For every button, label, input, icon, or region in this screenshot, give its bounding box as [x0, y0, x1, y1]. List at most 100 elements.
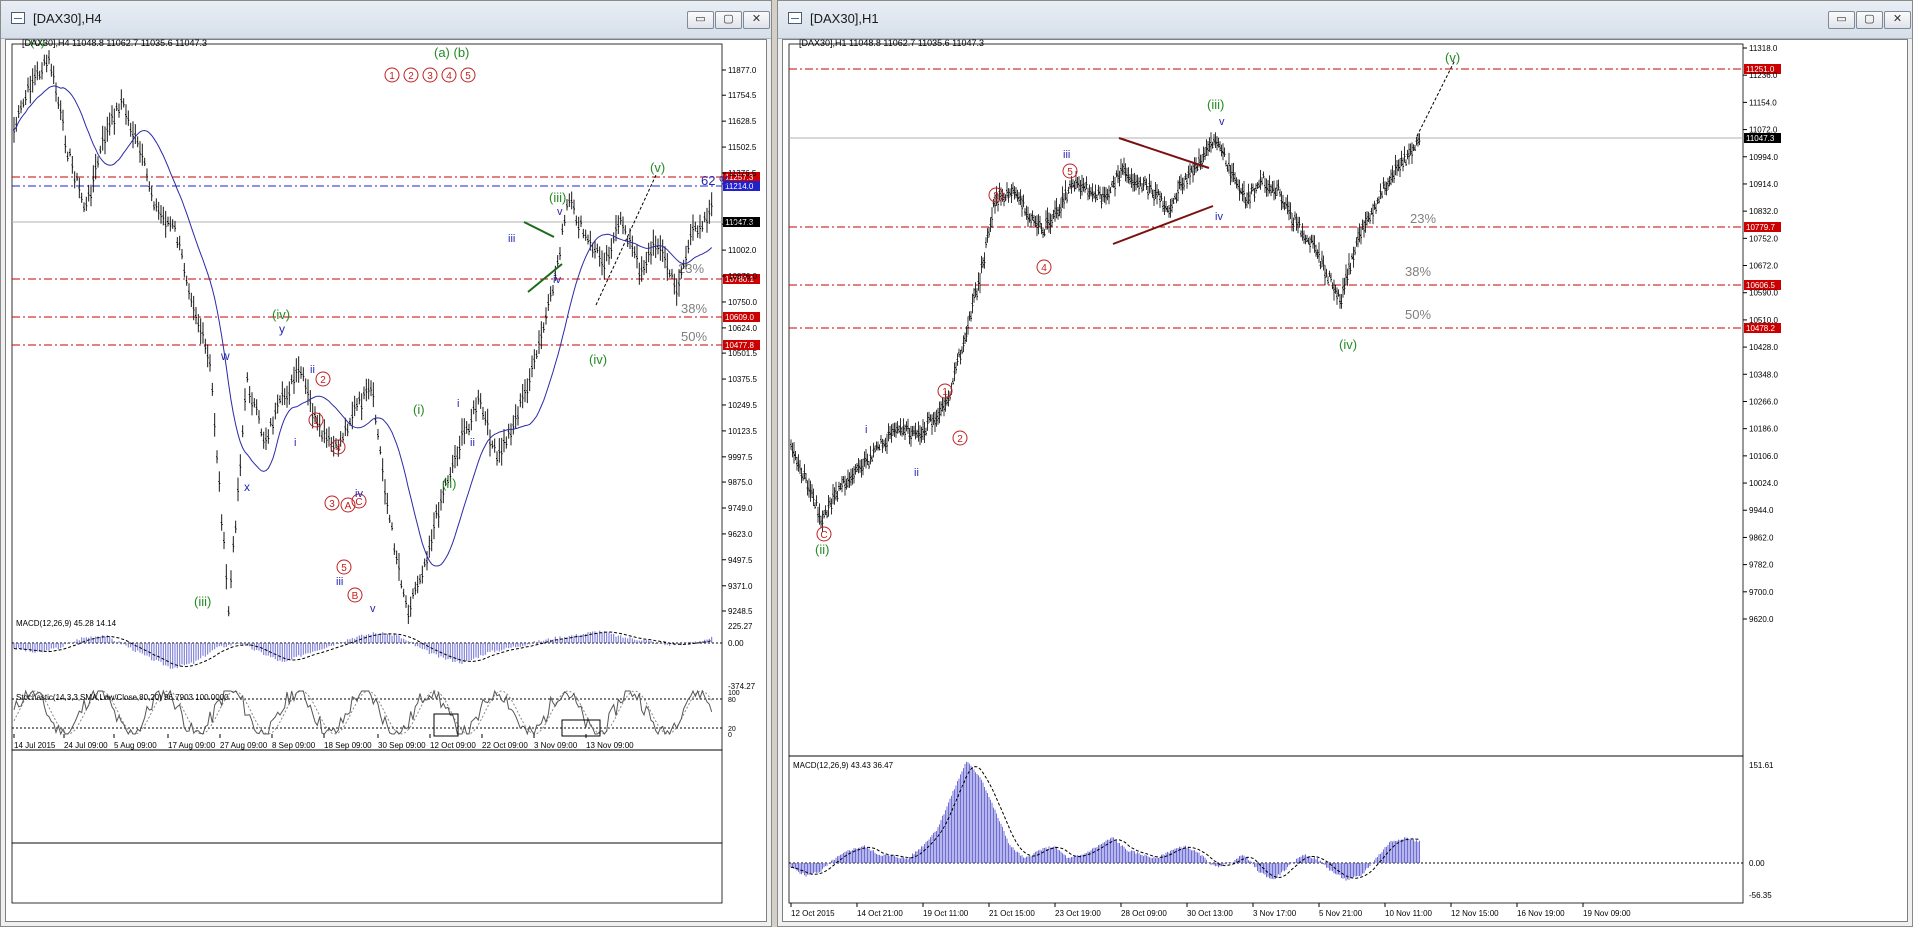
stoch-axis-label: 80: [728, 697, 736, 704]
svg-text:5: 5: [341, 563, 347, 574]
wave-label: iii: [336, 576, 343, 588]
date-axis-label: 14 Jul 2015: [14, 741, 56, 750]
left-titlebar[interactable]: [DAX30],H4 ▭ ▢ ✕: [1, 1, 771, 39]
wave-label: i: [457, 398, 459, 410]
wave-label-circled: C: [816, 526, 832, 542]
minimize-button[interactable]: ▭: [687, 11, 714, 29]
legend-circled: 1: [384, 67, 400, 83]
level-value: 10609.0: [725, 313, 754, 322]
price-axis-label: 10876.0: [728, 272, 757, 281]
close-button[interactable]: ✕: [743, 11, 770, 29]
price-axis-label: 10624.0: [728, 324, 757, 333]
fib-50-label: 50%: [1405, 307, 1431, 322]
price-axis-label: 9997.5: [728, 453, 753, 462]
price-axis-label: 9749.0: [728, 504, 753, 513]
date-axis-label: 21 Oct 15:00: [989, 909, 1035, 918]
wave-label-circled: 4: [1036, 259, 1052, 275]
svg-text:1: 1: [942, 387, 948, 398]
svg-text:2: 2: [957, 434, 963, 445]
svg-text:1: 1: [389, 71, 395, 82]
price-axis-label: 10672.0: [1749, 262, 1778, 271]
legend-circled: 3: [422, 67, 438, 83]
date-axis-label: 23 Oct 19:00: [1055, 909, 1101, 918]
date-axis-label: 30 Sep 09:00: [378, 741, 426, 750]
price-axis-label: 9782.0: [1749, 561, 1774, 570]
price-pane: [11, 43, 723, 751]
price-axis-label: 10501.5: [728, 349, 757, 358]
wave-label-circled: 1: [937, 383, 953, 399]
price-axis-label: 9875.0: [728, 478, 753, 487]
price-axis-label: 11318.0: [1749, 44, 1778, 53]
wave-label-circled: 1: [308, 412, 324, 428]
macd-histogram: [13, 630, 713, 669]
close-button[interactable]: ✕: [1884, 11, 1911, 29]
wave-label: x: [244, 480, 250, 494]
svg-text:5: 5: [1067, 167, 1073, 178]
svg-text:4: 4: [1041, 263, 1047, 274]
macd-header: MACD(12,26,9) 45.28 14.14: [16, 619, 117, 628]
level-value: 10478.2: [1746, 324, 1775, 333]
wave-label: ii: [914, 467, 919, 479]
date-axis-label: 5 Nov 21:00: [1319, 909, 1363, 918]
projection-line: [1416, 59, 1456, 137]
price-axis-label: 10375.5: [728, 375, 757, 384]
triangle-lines: [1112, 137, 1214, 245]
date-axis-label: 17 Aug 09:00: [168, 741, 216, 750]
date-axis-label: 8 Sep 09:00: [272, 741, 316, 750]
macd-header: MACD(12,26,9) 43.43 36.47: [793, 761, 894, 770]
price-axis-label: 10186.0: [1749, 425, 1778, 434]
chart-window-icon: [788, 12, 802, 24]
wave-label: w: [220, 349, 230, 363]
date-axis-label: 18 Sep 09:00: [324, 741, 372, 750]
right-header: [DAX30],H1 11048.8 11062.7 11035.6 11047…: [799, 38, 984, 48]
price-axis-label: 11128.0: [728, 220, 756, 229]
right-titlebar[interactable]: [DAX30],H1 ▭ ▢ ✕: [778, 1, 1912, 39]
stoch-pane: [11, 842, 723, 904]
left-chart-area[interactable]: 11257.3 11214.0 10780.1 10609.0 10477.8 11047…: [5, 38, 767, 922]
wave-label: v: [1219, 116, 1225, 128]
wave-label: (iv): [1339, 337, 1357, 352]
date-axis-label: 12 Oct 2015: [791, 909, 835, 918]
wave-label: (ii): [442, 476, 456, 491]
date-axis-label: 12 Oct 09:00: [430, 741, 476, 750]
right-window-title: [DAX30],H1: [810, 11, 879, 26]
date-axis-label: 3 Nov 17:00: [1253, 909, 1297, 918]
maximize-button[interactable]: ▢: [1856, 11, 1883, 29]
svg-text:2: 2: [320, 375, 326, 386]
price-axis-label: 11502.5: [728, 143, 757, 152]
svg-text:3: 3: [427, 71, 433, 82]
price-axis-label: 10994.0: [1749, 153, 1778, 162]
wave-label: (iii): [194, 594, 211, 609]
wave-label: y: [279, 322, 285, 336]
svg-text:2: 2: [408, 71, 414, 82]
chart-window-icon: [11, 12, 25, 24]
price-axis-label: 10832.0: [1749, 207, 1778, 216]
wave-label: ii: [470, 437, 475, 449]
price-axis-label: 11754.5: [728, 91, 757, 100]
wave-label: (iii): [549, 190, 566, 205]
stoch-axis-label: 0: [728, 732, 732, 739]
wave-label-circled: 2: [952, 430, 968, 446]
stoch-axis-label: 100: [728, 690, 740, 697]
price-axis-label: 9248.5: [728, 607, 753, 616]
right-chart-area[interactable]: 11251.0 10779.7 10606.5 10478.2 11047.3 23% 38…: [782, 38, 1908, 922]
price-axis-label: 11072.0: [1749, 126, 1778, 135]
legend-circled: 2: [403, 67, 419, 83]
wave-label: i: [865, 424, 867, 436]
right-chart-window[interactable]: [DAX30],H1 ▭ ▢ ✕ 11251.0 10779.7 10606.5 10…: [777, 0, 1913, 927]
wave-label: v: [557, 206, 563, 218]
price-bars: [790, 132, 1421, 532]
projection-line: [595, 174, 657, 306]
wave-label: (iii): [1207, 97, 1224, 112]
left-header: [DAX30],H4 11048.8 11062.7 11035.6 11047…: [22, 38, 207, 48]
left-chart-window[interactable]: [DAX30],H4 ▭ ▢ ✕ 11257.3 11214.0 10780.1 10…: [0, 0, 772, 927]
macd-axis-label: 0.00: [1749, 859, 1765, 868]
minimize-button[interactable]: ▭: [1828, 11, 1855, 29]
maximize-button[interactable]: ▢: [715, 11, 742, 29]
svg-text:3: 3: [993, 191, 999, 202]
wave-label: v: [370, 603, 376, 615]
legend-ab: (a) (b): [434, 45, 469, 60]
wave-label: ii: [310, 364, 315, 376]
svg-text:5: 5: [465, 71, 471, 82]
svg-text:C: C: [820, 530, 827, 541]
